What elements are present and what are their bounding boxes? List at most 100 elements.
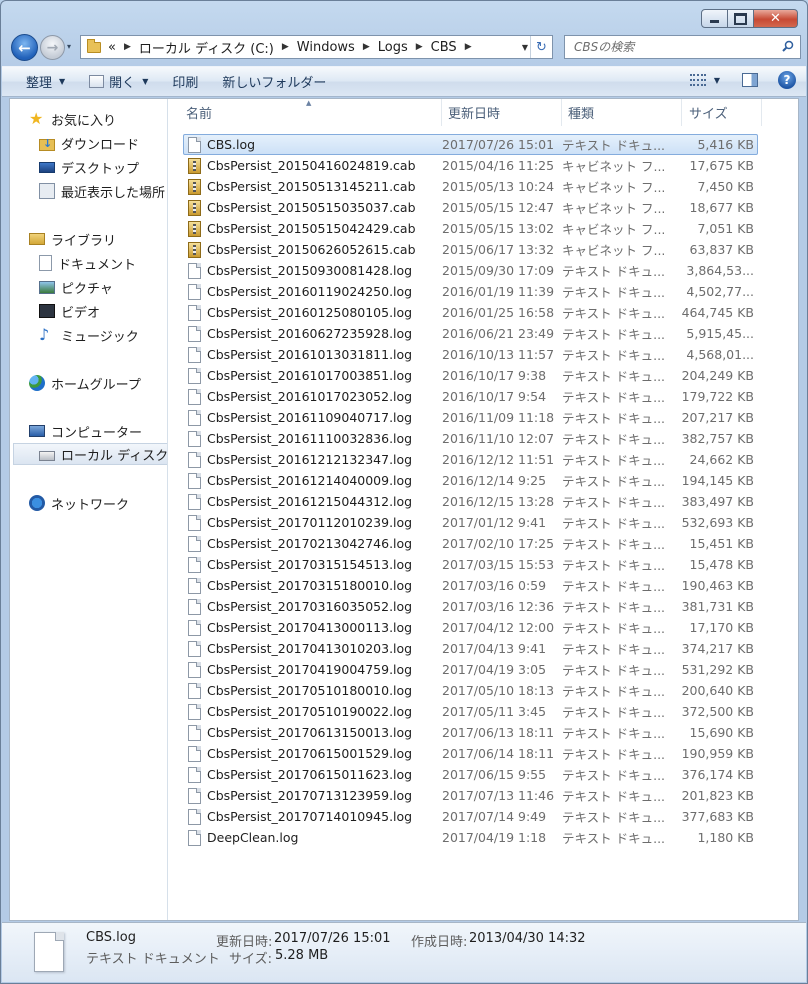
file-row[interactable]: CbsPersist_20170615011623.log 2017/06/15 … — [183, 764, 758, 785]
file-row[interactable]: CBS.log 2017/07/26 15:01 テキスト ドキュ... 5,416 … — [183, 134, 758, 155]
column-header-date[interactable]: 更新日時 — [442, 99, 562, 126]
file-row[interactable]: CbsPersist_20170413000113.log 2017/04/12 … — [183, 617, 758, 638]
nav-item-local-disk[interactable]: ローカル ディスク (C:) — [13, 443, 167, 465]
open-button[interactable]: 開く ▼ — [77, 67, 160, 96]
file-type-cell: テキスト ドキュ... — [562, 705, 666, 720]
file-date-cell: 2015/06/17 13:32 — [442, 242, 555, 257]
file-name-cell: CbsPersist_20170510180010.log — [184, 682, 442, 699]
file-row[interactable]: CbsPersist_20170315180010.log 2017/03/16 … — [183, 575, 758, 596]
nav-item-desktop[interactable]: デスクトップ — [39, 156, 139, 178]
close-button[interactable]: ✕ — [754, 9, 798, 28]
chevron-right-icon[interactable]: ▶ — [282, 42, 289, 52]
file-date-cell: 2016/10/13 11:57 — [442, 347, 555, 362]
cabinet-file-icon — [188, 157, 201, 174]
file-row[interactable]: CbsPersist_20161214040009.log 2016/12/14 … — [183, 470, 758, 491]
file-row[interactable]: CbsPersist_20170419004759.log 2017/04/19 … — [183, 659, 758, 680]
breadcrumb-cbs[interactable]: CBS — [431, 40, 457, 55]
preview-pane-icon[interactable] — [742, 73, 758, 87]
nav-computer[interactable]: コンピューター — [29, 420, 142, 442]
forward-button[interactable]: → — [40, 35, 65, 60]
file-row[interactable]: CbsPersist_20170315154513.log 2017/03/15 … — [183, 554, 758, 575]
file-date-cell: 2017/05/10 18:13 — [442, 683, 555, 698]
file-row[interactable]: DeepClean.log 2017/04/19 1:18 テキスト ドキュ... 1… — [183, 827, 758, 848]
file-row[interactable]: CbsPersist_20170316035052.log 2017/03/16 … — [183, 596, 758, 617]
file-size-cell: 376,174 KB — [681, 767, 754, 782]
nav-item-downloads[interactable]: ダウンロード — [39, 132, 139, 154]
cabinet-file-icon — [188, 199, 201, 216]
file-row[interactable]: CbsPersist_20170714010945.log 2017/07/14 … — [183, 806, 758, 827]
help-icon[interactable]: ? — [778, 71, 796, 89]
chevron-right-icon[interactable]: ▶ — [124, 42, 131, 52]
breadcrumb-local-disk[interactable]: ローカル ディスク (C:) — [139, 38, 274, 57]
column-header-size[interactable]: サイズ — [682, 99, 762, 126]
search-box[interactable] — [564, 35, 801, 59]
file-row[interactable]: CbsPersist_20150930081428.log 2015/09/30 … — [183, 260, 758, 281]
library-icon — [29, 233, 45, 245]
file-name-cell: CbsPersist_20161013031811.log — [184, 346, 442, 363]
file-row[interactable]: CbsPersist_20170713123959.log 2017/07/13 … — [183, 785, 758, 806]
chevron-right-icon[interactable]: ▶ — [363, 42, 370, 52]
nav-item-music[interactable]: ♪ ミュージック — [39, 324, 139, 346]
file-row[interactable]: CbsPersist_20170413010203.log 2017/04/13 … — [183, 638, 758, 659]
file-row[interactable]: CbsPersist_20150515035037.cab 2015/05/15 … — [183, 197, 758, 218]
view-options-icon[interactable] — [689, 74, 706, 86]
file-row[interactable]: CbsPersist_20150626052615.cab 2015/06/17 … — [183, 239, 758, 260]
refresh-button[interactable]: ↻ — [530, 36, 552, 58]
file-row[interactable]: CbsPersist_20161017003851.log 2016/10/17 … — [183, 365, 758, 386]
file-row[interactable]: CbsPersist_20161212132347.log 2016/12/12 … — [183, 449, 758, 470]
file-row[interactable]: CbsPersist_20161013031811.log 2016/10/13 … — [183, 344, 758, 365]
file-row[interactable]: CbsPersist_20160119024250.log 2016/01/19 … — [183, 281, 758, 302]
file-row[interactable]: CbsPersist_20170613150013.log 2017/06/13 … — [183, 722, 758, 743]
search-input[interactable] — [574, 40, 774, 54]
file-row[interactable]: CbsPersist_20170510180010.log 2017/05/10 … — [183, 680, 758, 701]
file-row[interactable]: CbsPersist_20161017023052.log 2016/10/17 … — [183, 386, 758, 407]
file-row[interactable]: CbsPersist_20170510190022.log 2017/05/11 … — [183, 701, 758, 722]
nav-network[interactable]: ネットワーク — [29, 492, 129, 514]
nav-item-recent-places[interactable]: 最近表示した場所 — [39, 180, 165, 202]
file-row[interactable]: CbsPersist_20170112010239.log 2017/01/12 … — [183, 512, 758, 533]
nav-libraries[interactable]: ライブラリ — [29, 228, 116, 250]
nav-favorites[interactable]: ★ お気に入り — [29, 108, 116, 130]
breadcrumb-windows[interactable]: Windows — [297, 40, 355, 55]
organize-button[interactable]: 整理 ▼ — [2, 67, 77, 96]
nav-item-videos[interactable]: ビデオ — [39, 300, 100, 322]
column-header-type[interactable]: 種類 — [562, 99, 682, 126]
print-button[interactable]: 印刷 — [160, 67, 210, 96]
new-folder-button[interactable]: 新しいフォルダー — [210, 67, 338, 96]
search-icon[interactable] — [782, 40, 794, 52]
file-row[interactable]: CbsPersist_20170615001529.log 2017/06/14 … — [183, 743, 758, 764]
file-row[interactable]: CbsPersist_20150416024819.cab 2015/04/16 … — [183, 155, 758, 176]
file-row[interactable]: CbsPersist_20160627235928.log 2016/06/21 … — [183, 323, 758, 344]
file-row[interactable]: CbsPersist_20170213042746.log 2017/02/10 … — [183, 533, 758, 554]
column-header-name[interactable]: ▲ 名前 — [169, 99, 442, 126]
file-row[interactable]: CbsPersist_20150515042429.cab 2015/05/15 … — [183, 218, 758, 239]
recent-pages-dropdown[interactable]: ▾ — [67, 42, 77, 52]
maximize-button[interactable] — [728, 9, 754, 28]
file-row[interactable]: CbsPersist_20160125080105.log 2016/01/25 … — [183, 302, 758, 323]
breadcrumb-logs[interactable]: Logs — [378, 40, 408, 55]
breadcrumb-overflow[interactable]: « — [108, 40, 116, 55]
text-file-icon — [188, 262, 201, 279]
file-row[interactable]: CbsPersist_20161110032836.log 2016/11/10 … — [183, 428, 758, 449]
address-bar[interactable]: « ▶ ローカル ディスク (C:) ▶ Windows ▶ Logs ▶ CB… — [80, 35, 553, 59]
chevron-right-icon[interactable]: ▶ — [416, 42, 423, 52]
file-row[interactable]: CbsPersist_20161109040717.log 2016/11/09 … — [183, 407, 758, 428]
nav-item-pictures[interactable]: ピクチャ — [39, 276, 113, 298]
file-date-cell: 2017/06/13 18:11 — [442, 725, 555, 740]
minimize-button[interactable] — [701, 9, 728, 28]
chevron-right-icon[interactable]: ▶ — [465, 42, 472, 52]
file-type-cell: テキスト ドキュ... — [562, 495, 666, 510]
nav-homegroup[interactable]: ホームグループ — [29, 372, 141, 394]
address-history-dropdown[interactable]: ▼ — [522, 43, 528, 52]
text-file-icon — [188, 367, 201, 384]
file-size-cell: 7,450 KB — [697, 179, 754, 194]
file-row[interactable]: CbsPersist_20150513145211.cab 2015/05/13 … — [183, 176, 758, 197]
file-row[interactable]: CbsPersist_20161215044312.log 2016/12/15 … — [183, 491, 758, 512]
chevron-down-icon[interactable]: ▼ — [714, 76, 720, 85]
file-date-cell: 2016/11/09 11:18 — [442, 410, 555, 425]
file-name-cell: CbsPersist_20150626052615.cab — [184, 241, 442, 258]
nav-favorites-label: お気に入り — [51, 113, 117, 129]
back-button[interactable]: ← — [11, 34, 38, 61]
file-type-cell: テキスト ドキュ... — [562, 306, 666, 321]
nav-item-documents[interactable]: ドキュメント — [39, 252, 136, 274]
